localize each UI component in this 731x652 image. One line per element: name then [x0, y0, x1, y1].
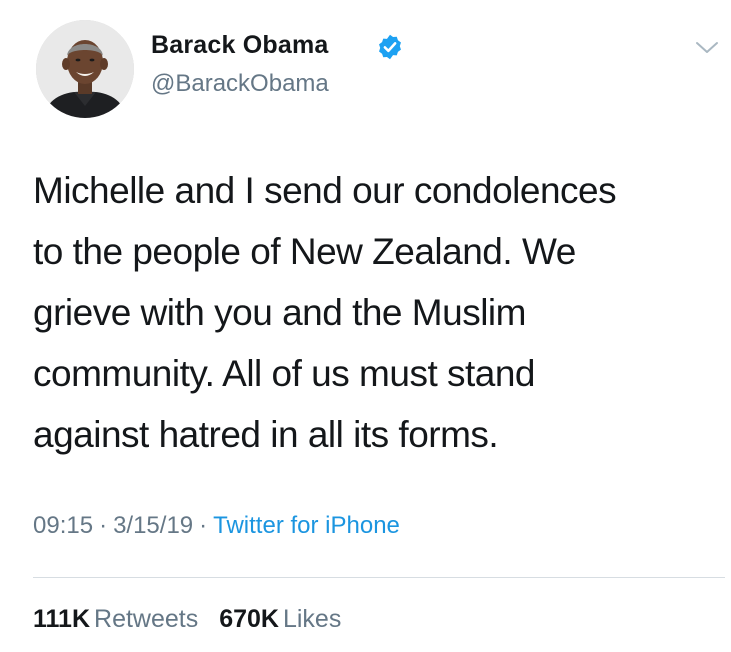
retweets-count: 111K	[33, 605, 91, 633]
tweet-text-line: to the people of New Zealand. We	[33, 231, 576, 272]
tweet-meta: 09:15 · 3/15/19 · Twitter for iPhone	[33, 512, 400, 540]
tweet-text-line: grieve with you and the Muslim	[33, 292, 526, 333]
tweet-text-line: against hatred in all its forms.	[33, 414, 499, 455]
tweet-card: Barack Obama @BarackObama Michelle and I…	[0, 0, 731, 652]
likes-stat[interactable]: 670K Likes	[219, 605, 341, 634]
divider	[33, 577, 725, 578]
avatar[interactable]	[36, 20, 134, 118]
tweet-date[interactable]: 3/15/19	[113, 512, 193, 539]
meta-separator: ·	[199, 512, 208, 539]
verified-badge-icon	[379, 34, 401, 60]
author-name[interactable]: Barack Obama	[151, 31, 329, 60]
tweet-text-line: Michelle and I send our condolences	[33, 170, 617, 211]
likes-count: 670K	[219, 605, 279, 633]
tweet-text-line: community. All of us must stand	[33, 353, 536, 394]
author-handle[interactable]: @BarackObama	[151, 70, 329, 98]
meta-separator: ·	[99, 512, 108, 539]
chevron-down-icon[interactable]	[692, 38, 722, 58]
tweet-text: Michelle and I send our condolences to t…	[33, 160, 713, 465]
tweet-source-link[interactable]: Twitter for iPhone	[213, 512, 400, 539]
retweets-label: Retweets	[94, 605, 199, 633]
retweets-stat[interactable]: 111K Retweets	[33, 605, 198, 634]
likes-label: Likes	[282, 605, 342, 633]
tweet-stats: 111K Retweets 670K Likes	[33, 605, 341, 634]
tweet-time[interactable]: 09:15	[33, 512, 93, 539]
avatar-image	[36, 20, 134, 118]
